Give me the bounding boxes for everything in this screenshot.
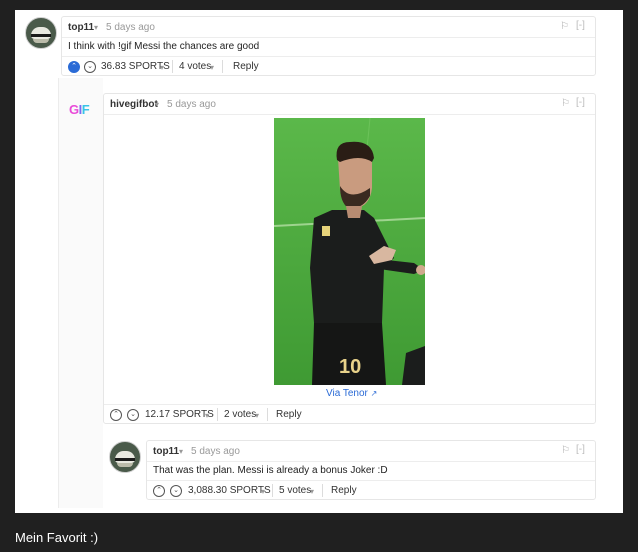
comment-card: top11 ▾ 5 days ago ⚐ [-] That was the pl…	[146, 440, 596, 500]
chevron-down-icon[interactable]: ▾	[155, 100, 159, 109]
chevron-down-icon[interactable]: ▾	[179, 447, 183, 456]
comment-time[interactable]: 5 days ago	[191, 446, 240, 457]
reply-button[interactable]: Reply	[233, 61, 259, 72]
downvote-button[interactable]: ⌄	[84, 61, 96, 73]
flag-icon[interactable]: ⚐	[561, 98, 570, 109]
hivegifbot-avatar[interactable]: GIF	[69, 102, 90, 117]
comment-footer: ⌃ ⌄ 36.83 SPORTS ▾ 4 votes ▾ Reply	[62, 56, 595, 76]
divider	[267, 408, 268, 421]
divider	[222, 60, 223, 73]
chevron-down-icon[interactable]: ▾	[160, 63, 164, 72]
chevron-down-icon[interactable]: ▾	[255, 411, 259, 420]
downvote-button[interactable]: ⌄	[170, 485, 182, 497]
chevron-down-icon[interactable]: ▾	[261, 487, 265, 496]
thread-indent	[59, 78, 103, 508]
downvote-button[interactable]: ⌄	[127, 409, 139, 421]
comment-footer: ⌃ ⌄ 3,088.30 SPORTS ▾ 5 votes ▾ Reply	[147, 480, 595, 500]
upvote-button[interactable]: ⌃	[110, 409, 122, 421]
flag-icon[interactable]: ⚐	[560, 21, 569, 32]
votes-count[interactable]: 4 votes	[179, 61, 211, 72]
collapse-button[interactable]: [-]	[576, 20, 585, 31]
gif-image[interactable]: 10	[274, 118, 425, 385]
avatar[interactable]	[25, 17, 57, 49]
upvote-button[interactable]: ⌃	[153, 485, 165, 497]
chevron-down-icon[interactable]: ▾	[94, 23, 98, 32]
comment-author[interactable]: top11	[68, 22, 94, 33]
upvote-button[interactable]: ⌃	[68, 61, 80, 73]
chevron-down-icon[interactable]: ▾	[205, 411, 209, 420]
votes-count[interactable]: 2 votes	[224, 409, 256, 420]
comment-thread-panel: top11 ▾ 5 days ago ⚐ [-] I think with !g…	[15, 10, 623, 513]
collapse-button[interactable]: [-]	[576, 444, 585, 455]
external-link-icon: ↗	[370, 389, 378, 398]
divider	[172, 60, 173, 73]
post-caption: Mein Favorit :)	[15, 530, 99, 545]
comment-footer: ⌃ ⌄ 12.17 SPORTS ▾ 2 votes ▾ Reply	[104, 404, 595, 424]
comment-time[interactable]: 5 days ago	[106, 22, 155, 33]
divider	[272, 484, 273, 497]
avatar[interactable]	[109, 441, 141, 473]
comment-time[interactable]: 5 days ago	[167, 99, 216, 110]
payout-value[interactable]: 12.17 SPORTS	[145, 409, 214, 420]
comment-text: I think with !gif Messi the chances are …	[68, 41, 260, 52]
comment-author[interactable]: hivegifbot	[110, 99, 158, 110]
jersey-number: 10	[339, 356, 361, 378]
chevron-down-icon[interactable]: ▾	[310, 487, 314, 496]
reply-button[interactable]: Reply	[331, 485, 357, 496]
comment-author[interactable]: top11	[153, 446, 179, 457]
via-tenor-link[interactable]: Via Tenor ↗	[326, 388, 377, 399]
votes-count[interactable]: 5 votes	[279, 485, 311, 496]
thread-line	[58, 78, 59, 508]
comment-text: That was the plan. Messi is already a bo…	[153, 465, 388, 476]
comment-header: hivegifbot ▾ 5 days ago ⚐ [-]	[104, 94, 595, 115]
reply-button[interactable]: Reply	[276, 409, 302, 420]
comment-header: top11 ▾ 5 days ago ⚐ [-]	[147, 441, 595, 462]
payout-value[interactable]: 3,088.30 SPORTS	[188, 485, 271, 496]
divider	[217, 408, 218, 421]
collapse-button[interactable]: [-]	[576, 97, 585, 108]
chevron-down-icon[interactable]: ▾	[210, 63, 214, 72]
comment-card: top11 ▾ 5 days ago ⚐ [-] I think with !g…	[61, 16, 596, 76]
divider	[322, 484, 323, 497]
flag-icon[interactable]: ⚐	[561, 445, 570, 456]
comment-header: top11 ▾ 5 days ago ⚐ [-]	[62, 17, 595, 38]
